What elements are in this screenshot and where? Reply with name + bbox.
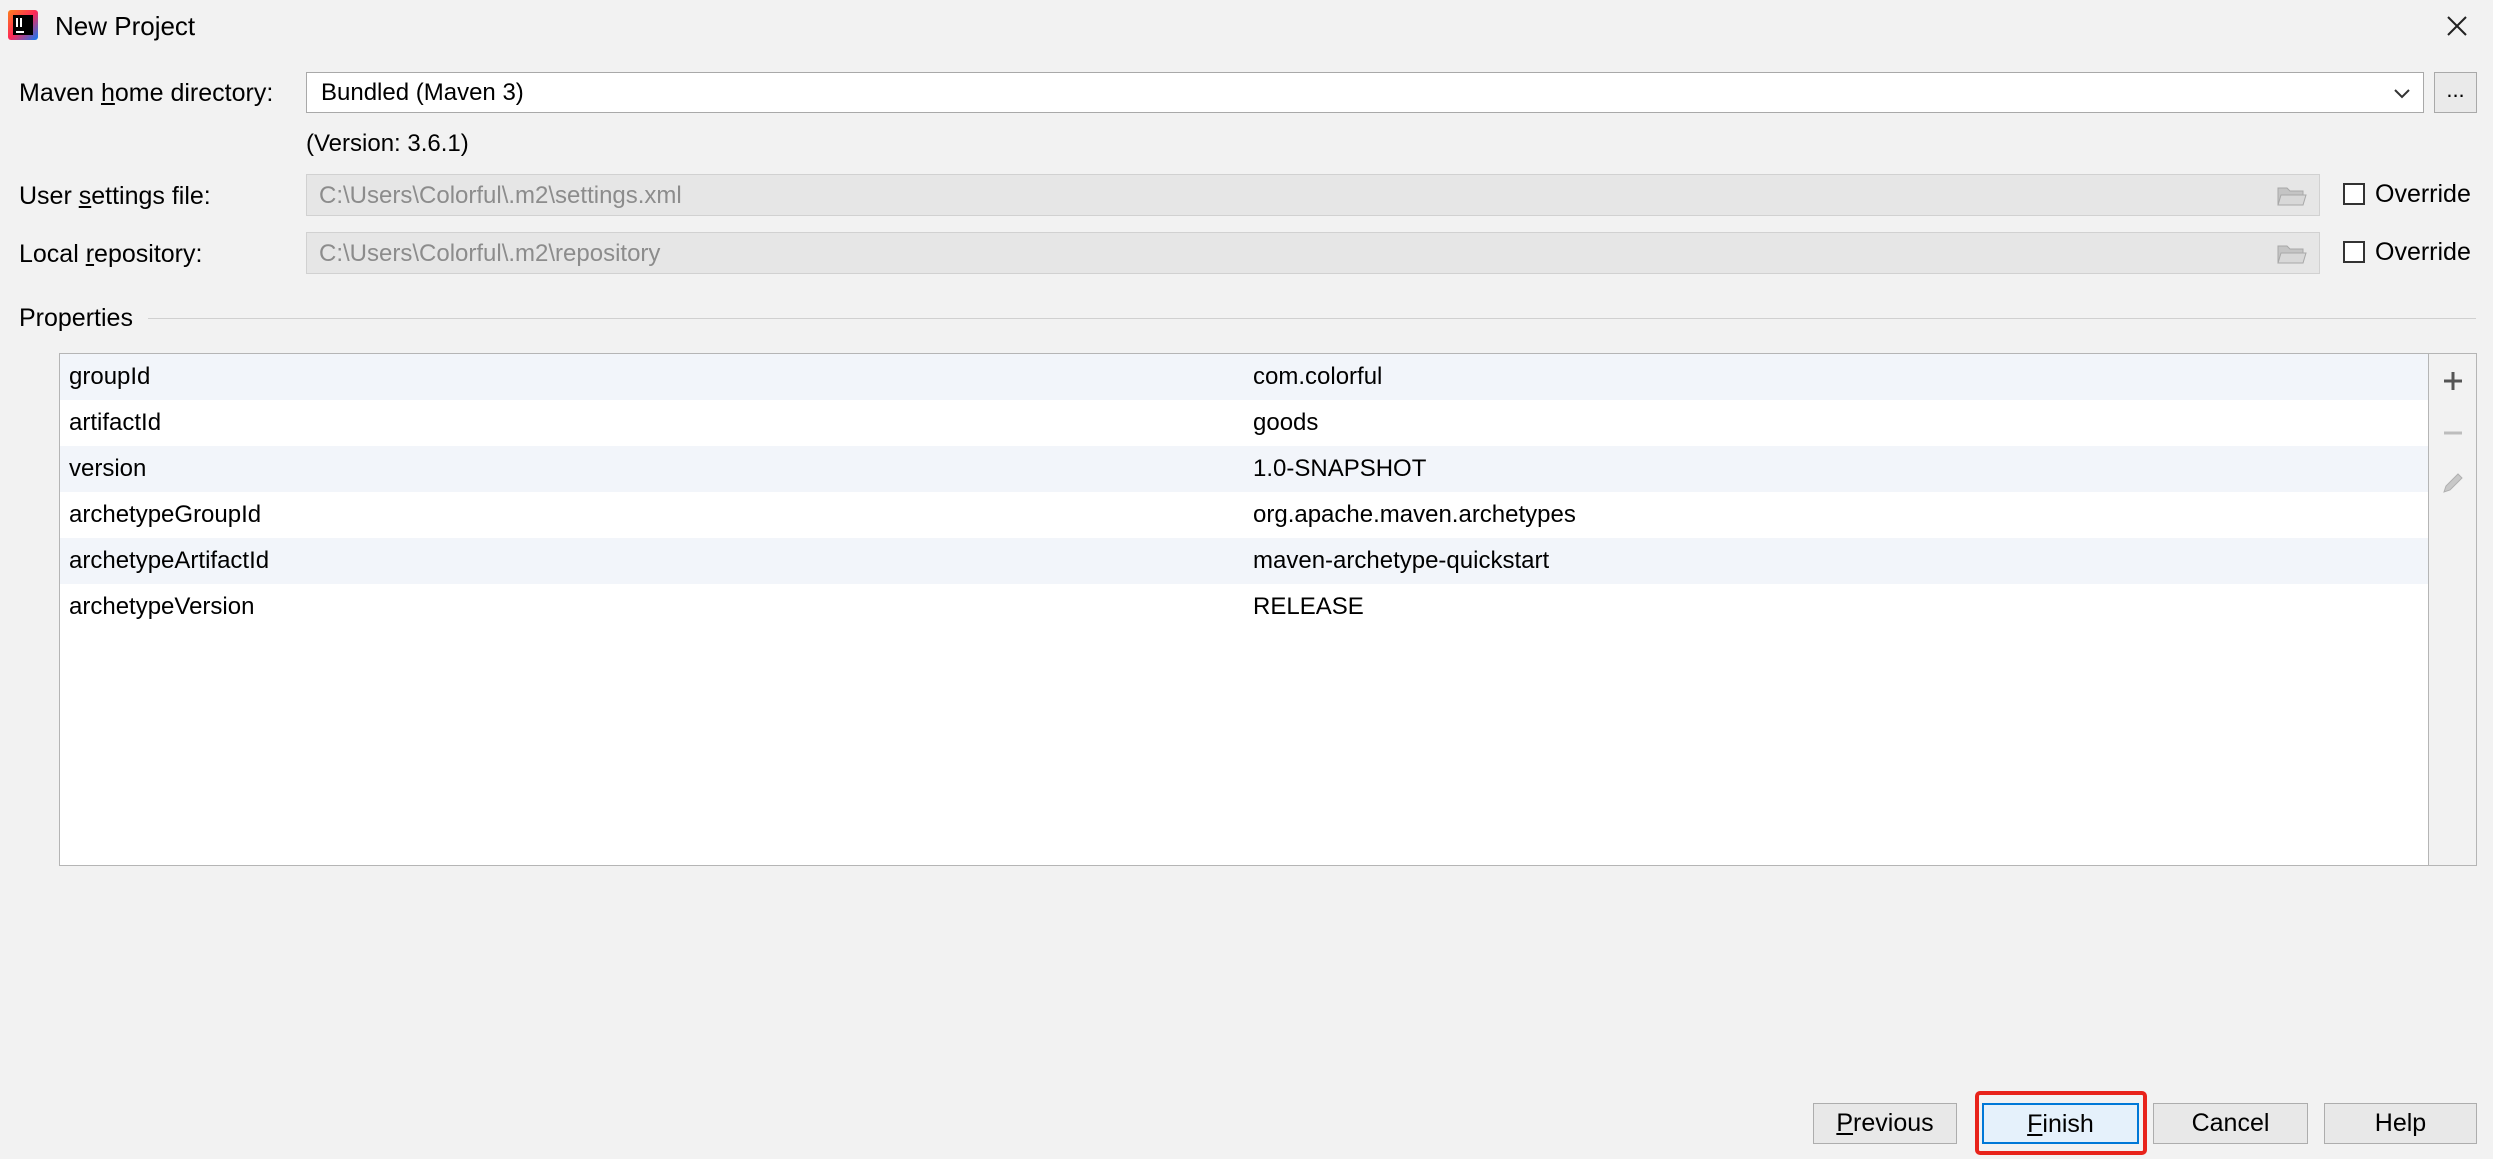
help-button[interactable]: Help bbox=[2324, 1103, 2477, 1144]
section-divider bbox=[148, 318, 2476, 319]
maven-home-select[interactable]: Bundled (Maven 3) bbox=[306, 72, 2424, 113]
remove-property-button[interactable] bbox=[2438, 418, 2468, 448]
property-key: groupId bbox=[69, 363, 151, 390]
window-title: New Project bbox=[55, 11, 196, 41]
local-repository-field[interactable]: C:\Users\Colorful\.m2\repository bbox=[306, 232, 2320, 274]
user-settings-field[interactable]: C:\Users\Colorful\.m2\settings.xml bbox=[306, 174, 2320, 216]
property-key: version bbox=[69, 455, 147, 482]
properties-side-toolbar bbox=[2429, 353, 2477, 866]
folder-icon[interactable] bbox=[2277, 184, 2307, 208]
override-label: Override bbox=[2375, 238, 2471, 266]
table-row[interactable]: archetypeArtifactId maven-archetype-quic… bbox=[60, 538, 2428, 584]
property-key: artifactId bbox=[69, 409, 162, 436]
close-icon bbox=[2447, 16, 2467, 36]
new-project-dialog: New Project Maven home directory: Bundle… bbox=[0, 0, 2493, 1159]
folder-icon[interactable] bbox=[2277, 242, 2307, 266]
local-repository-override-checkbox[interactable]: Override bbox=[2343, 236, 2471, 268]
maven-home-label: Maven home directory: bbox=[19, 79, 274, 107]
close-button[interactable] bbox=[2439, 8, 2475, 44]
chevron-down-icon bbox=[2394, 89, 2410, 99]
local-repository-value: C:\Users\Colorful\.m2\repository bbox=[319, 240, 661, 267]
user-settings-override-checkbox[interactable]: Override bbox=[2343, 178, 2471, 210]
table-row[interactable]: artifactId goods bbox=[60, 400, 2428, 446]
override-label: Override bbox=[2375, 180, 2471, 208]
local-repository-label: Local repository: bbox=[19, 240, 203, 268]
edit-icon bbox=[2443, 473, 2463, 493]
user-settings-label: User settings file: bbox=[19, 182, 211, 210]
table-row[interactable]: version 1.0-SNAPSHOT bbox=[60, 446, 2428, 492]
edit-property-button[interactable] bbox=[2438, 468, 2468, 498]
user-settings-value: C:\Users\Colorful\.m2\settings.xml bbox=[319, 182, 682, 209]
table-row[interactable]: archetypeGroupId org.apache.maven.archet… bbox=[60, 492, 2428, 538]
override-checkbox-box[interactable] bbox=[2343, 183, 2365, 205]
property-key: archetypeArtifactId bbox=[69, 547, 270, 574]
intellij-idea-icon bbox=[8, 10, 38, 40]
browse-maven-home-button[interactable]: ... bbox=[2434, 72, 2477, 113]
property-value: org.apache.maven.archetypes bbox=[1253, 501, 1576, 528]
properties-table: groupId com.colorful artifactId goods ve… bbox=[59, 353, 2429, 866]
property-value: com.colorful bbox=[1253, 363, 1383, 390]
override-checkbox-box[interactable] bbox=[2343, 241, 2365, 263]
property-value: RELEASE bbox=[1253, 593, 1364, 620]
table-row[interactable]: groupId com.colorful bbox=[60, 354, 2428, 400]
property-key: archetypeGroupId bbox=[69, 501, 262, 528]
table-row[interactable]: archetypeVersion RELEASE bbox=[60, 584, 2428, 630]
properties-title: Properties bbox=[19, 304, 133, 332]
finish-button[interactable]: Finish bbox=[1982, 1103, 2139, 1144]
add-property-button[interactable] bbox=[2438, 366, 2468, 396]
property-value: maven-archetype-quickstart bbox=[1253, 547, 1550, 574]
maven-home-value: Bundled (Maven 3) bbox=[321, 79, 524, 106]
property-value: goods bbox=[1253, 409, 1319, 436]
previous-button[interactable]: Previous bbox=[1813, 1103, 1957, 1144]
property-key: archetypeVersion bbox=[69, 593, 255, 620]
title-bar: New Project bbox=[0, 0, 2493, 52]
cancel-button[interactable]: Cancel bbox=[2153, 1103, 2308, 1144]
remove-icon bbox=[2444, 431, 2462, 435]
maven-version-text: (Version: 3.6.1) bbox=[306, 130, 469, 157]
property-value: 1.0-SNAPSHOT bbox=[1253, 455, 1427, 482]
add-icon bbox=[2444, 372, 2462, 390]
